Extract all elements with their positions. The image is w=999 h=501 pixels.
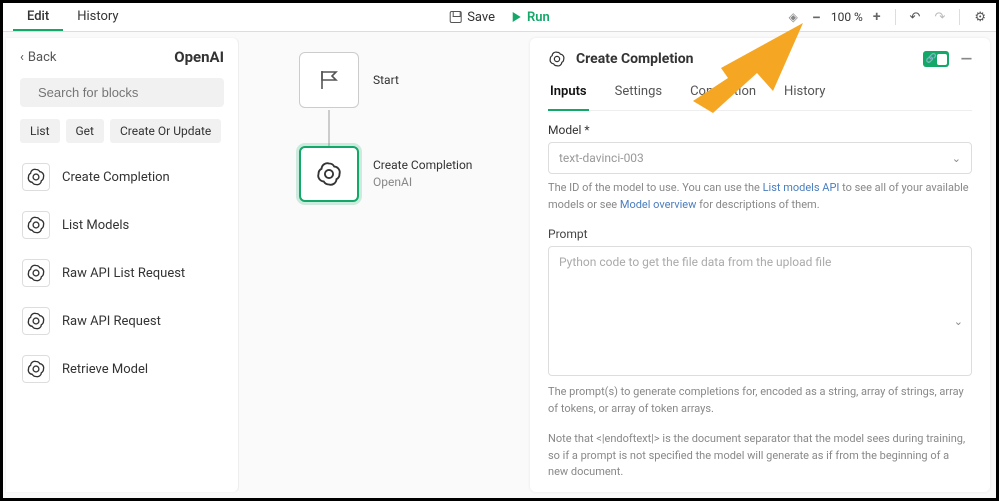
openai-icon bbox=[22, 163, 50, 191]
sidebar-title: OpenAI bbox=[174, 48, 224, 66]
prompt-placeholder: Python code to get the file data from th… bbox=[559, 255, 831, 269]
play-icon bbox=[513, 12, 521, 22]
details-title: Create Completion bbox=[576, 51, 694, 67]
target-icon[interactable]: ◈ bbox=[789, 10, 798, 24]
run-label: Run bbox=[527, 10, 550, 25]
save-button[interactable]: Save bbox=[449, 10, 495, 25]
search-box[interactable] bbox=[20, 78, 224, 107]
zoom-in-button[interactable]: + bbox=[873, 9, 881, 25]
openai-icon bbox=[22, 211, 50, 239]
openai-icon bbox=[22, 355, 50, 383]
node-create-completion[interactable]: Create Completion OpenAI bbox=[299, 146, 472, 202]
chevron-down-icon: ⌄ bbox=[954, 315, 963, 328]
tab-history[interactable]: History bbox=[782, 80, 827, 110]
model-label: Model * bbox=[548, 123, 972, 137]
tab-connection[interactable]: Connection bbox=[688, 80, 758, 110]
filter-create-or-update[interactable]: Create Or Update bbox=[110, 119, 221, 143]
link-list-models-api[interactable]: List models API bbox=[763, 181, 840, 194]
workflow-canvas[interactable]: Start Create Completion OpenAI bbox=[239, 32, 530, 498]
link-toggle[interactable]: 🔗 bbox=[923, 51, 949, 67]
openai-icon bbox=[22, 259, 50, 287]
block-label: Raw API List Request bbox=[62, 266, 185, 281]
zoom-out-button[interactable]: − bbox=[812, 8, 821, 27]
block-label: Create Completion bbox=[62, 170, 170, 185]
model-help: The ID of the model to use. You can use … bbox=[548, 180, 972, 213]
search-input[interactable] bbox=[38, 85, 214, 100]
block-raw-api-request[interactable]: Raw API Request bbox=[20, 301, 224, 341]
prompt-textarea[interactable]: Python code to get the file data from th… bbox=[548, 246, 972, 376]
block-retrieve-model[interactable]: Retrieve Model bbox=[20, 349, 224, 389]
prompt-help-1: The prompt(s) to generate completions fo… bbox=[548, 384, 972, 417]
block-list-models[interactable]: List Models bbox=[20, 205, 224, 245]
chevron-down-icon: ⌄ bbox=[952, 152, 961, 165]
sidebar: ‹ Back OpenAI List Get Create Or Update … bbox=[6, 38, 239, 492]
block-label: Retrieve Model bbox=[62, 362, 148, 377]
openai-icon bbox=[22, 307, 50, 335]
model-select[interactable]: text-davinci-003 ⌄ bbox=[548, 142, 972, 174]
model-value: text-davinci-003 bbox=[559, 151, 644, 165]
block-label: List Models bbox=[62, 218, 129, 233]
redo-button[interactable]: ↷ bbox=[934, 10, 945, 25]
run-button[interactable]: Run bbox=[513, 10, 550, 25]
node-create-completion-sub: OpenAI bbox=[373, 174, 472, 191]
tab-inputs[interactable]: Inputs bbox=[548, 80, 589, 111]
filter-get[interactable]: Get bbox=[66, 119, 104, 143]
filter-list[interactable]: List bbox=[20, 119, 60, 143]
node-start-label: Start bbox=[373, 72, 399, 89]
save-label: Save bbox=[467, 10, 495, 25]
prompt-label: Prompt bbox=[548, 227, 972, 241]
back-label: Back bbox=[28, 50, 57, 65]
save-icon bbox=[449, 11, 461, 23]
node-start-box[interactable] bbox=[299, 52, 359, 108]
settings-icon[interactable]: ⚙ bbox=[974, 10, 986, 25]
details-panel: Create Completion 🔗 — Inputs Settings Co… bbox=[530, 38, 990, 492]
chevron-left-icon: ‹ bbox=[20, 50, 24, 65]
connector bbox=[328, 110, 330, 146]
zoom-value: 100 % bbox=[831, 10, 863, 24]
openai-icon bbox=[315, 160, 343, 188]
flag-icon bbox=[317, 69, 341, 91]
link-model-overview[interactable]: Model overview bbox=[620, 198, 697, 211]
block-raw-api-list-request[interactable]: Raw API List Request bbox=[20, 253, 224, 293]
block-label: Raw API Request bbox=[62, 314, 161, 329]
openai-icon bbox=[548, 50, 566, 68]
node-create-completion-label: Create Completion bbox=[373, 157, 472, 174]
block-create-completion[interactable]: Create Completion bbox=[20, 157, 224, 197]
minimize-button[interactable]: — bbox=[961, 50, 972, 68]
node-start[interactable]: Start bbox=[299, 52, 399, 108]
tab-settings[interactable]: Settings bbox=[613, 80, 664, 110]
link-icon: 🔗 bbox=[926, 54, 937, 64]
top-tab-edit[interactable]: Edit bbox=[13, 3, 63, 31]
undo-button[interactable]: ↶ bbox=[910, 10, 921, 25]
prompt-help-2: Note that <|endoftext|> is the document … bbox=[548, 431, 972, 481]
top-tab-history[interactable]: History bbox=[63, 3, 132, 31]
back-button[interactable]: ‹ Back bbox=[20, 50, 56, 65]
node-create-completion-box[interactable] bbox=[299, 146, 359, 202]
